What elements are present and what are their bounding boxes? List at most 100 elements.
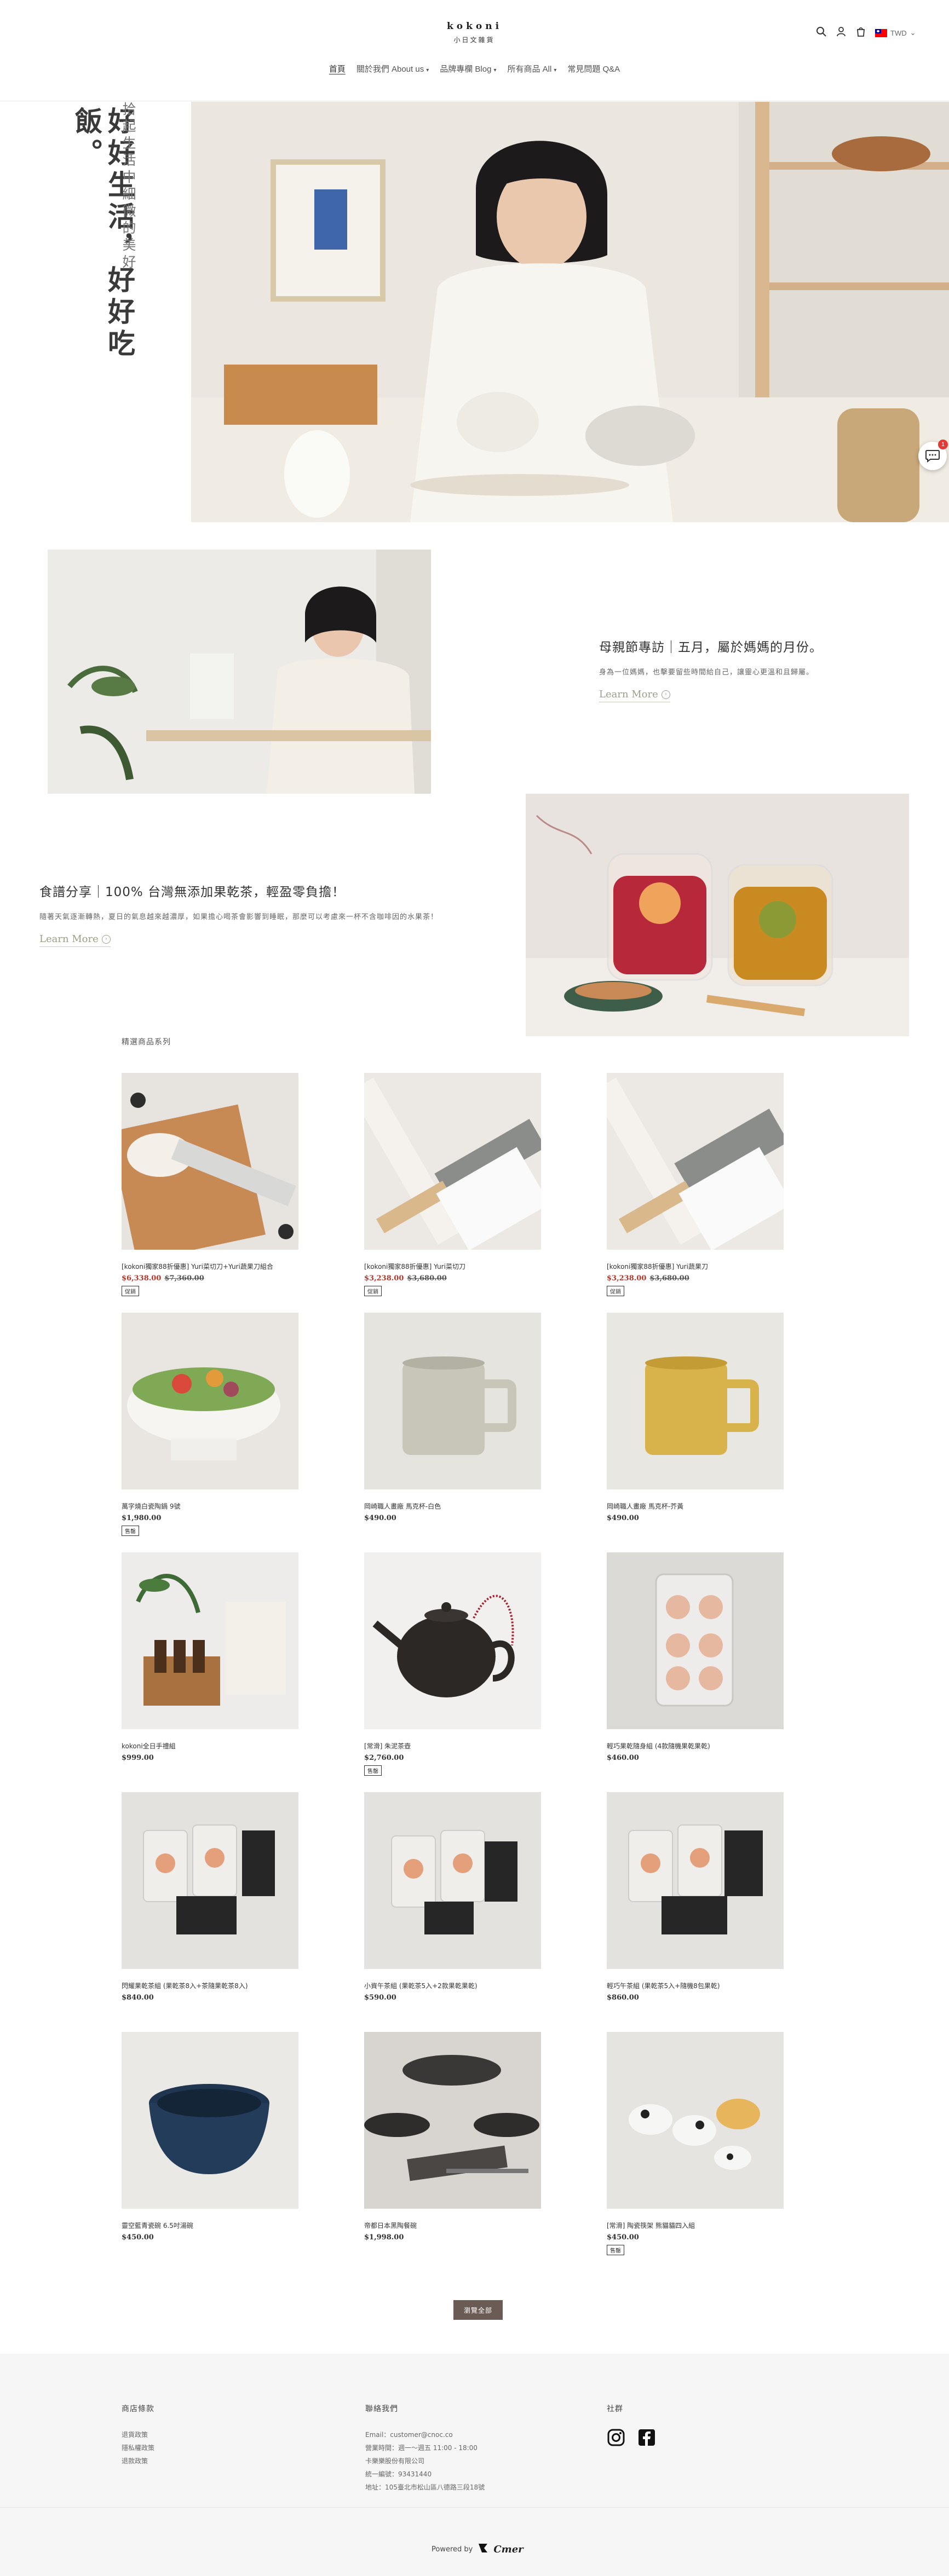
cmer-logo-icon[interactable] xyxy=(477,2542,489,2556)
platform-name[interactable]: Cmer xyxy=(493,2544,523,2555)
feature-title: 母親節專訪｜五月，屬於媽媽的月份。 xyxy=(599,640,823,655)
product-image[interactable] xyxy=(122,1073,298,1250)
footer-link[interactable]: 隱私權政策 xyxy=(122,2441,154,2454)
product-image[interactable] xyxy=(607,2032,784,2209)
nav-item-all[interactable]: 所有商品 All ▾ xyxy=(507,63,556,74)
feature-description: 隨著天氣逐漸轉熱，夏日的氣息越來越濃厚，如果擔心喝茶會影響到睡眠，那麼可以考慮來… xyxy=(39,913,439,921)
currency-label: TWD xyxy=(890,28,907,37)
product-name[interactable]: 靈空藍青瓷碗 6.5吋湯碗 xyxy=(122,2221,330,2230)
product-card[interactable]: 小資午茶組 (果乾茶5入+2款果乾果乾) $590.00 xyxy=(364,1792,583,2032)
product-price: $1,998.00 xyxy=(364,2233,404,2242)
contact-company: 卡樂樂股份有限公司 xyxy=(365,2457,425,2465)
product-image[interactable] xyxy=(364,1073,541,1250)
nav-item-blog[interactable]: 品牌專欄 Blog ▾ xyxy=(440,63,496,74)
status-badge: 售罄 xyxy=(122,1526,139,1536)
product-price: $860.00 xyxy=(607,1994,639,2002)
product-card[interactable]: 輕巧午茶組 (果乾茶5入+隨機8包果乾) $860.00 xyxy=(607,1792,826,2032)
feature-image-fruit-tea[interactable] xyxy=(526,794,909,1036)
site-logo[interactable]: kokoni 小日文雜貨 xyxy=(447,21,502,44)
section-title: 精選商品系列 xyxy=(122,1038,171,1047)
product-card[interactable]: [常滑] 陶瓷筷架 熊貓貓四入組 $450.00 售罄 xyxy=(607,2032,826,2272)
footer-divider xyxy=(0,2507,949,2508)
product-image[interactable] xyxy=(122,1313,298,1489)
learn-more-link[interactable]: Learn More › xyxy=(599,689,670,702)
product-card[interactable]: kokoni全日手禮組 $999.00 xyxy=(122,1552,341,1792)
product-name[interactable]: 輕巧午茶組 (果乾茶5入+隨機8包果乾) xyxy=(607,1981,815,1990)
facebook-icon[interactable] xyxy=(637,2428,656,2449)
product-card[interactable]: 靈空藍青瓷碗 6.5吋湯碗 $450.00 xyxy=(122,2032,341,2272)
product-image[interactable] xyxy=(607,1792,784,1969)
product-card[interactable]: [kokoni獨家88折優惠] Yuri蔬果刀 $3,238.00 $3,680.… xyxy=(607,1073,826,1313)
nav-item-faq[interactable]: 常見問題 Q&A xyxy=(567,63,620,74)
contact-email[interactable]: Email：customer@cnoc.co xyxy=(365,2428,485,2441)
product-card[interactable]: 閃耀果乾茶組 (果乾茶8入+茶隨果乾茶8入) $840.00 xyxy=(122,1792,341,2032)
footer-link[interactable]: 退款政策 xyxy=(122,2454,154,2468)
product-card[interactable]: [kokoni獨家88折優惠] Yuri菜切刀 $3,238.00 $3,680.… xyxy=(364,1073,583,1313)
product-name[interactable]: 小資午茶組 (果乾茶5入+2款果乾果乾) xyxy=(364,1981,572,1990)
product-name[interactable]: kokoni全日手禮組 xyxy=(122,1741,330,1751)
product-image[interactable] xyxy=(364,1313,541,1489)
product-name[interactable]: [常滑] 陶瓷筷架 熊貓貓四入組 xyxy=(607,2221,815,2230)
status-badge: 售罄 xyxy=(607,2245,624,2255)
nav-item-about[interactable]: 關於我們 About us ▾ xyxy=(356,63,429,74)
product-name[interactable]: 輕巧果乾隨身組 (4款隨機果乾果乾) xyxy=(607,1741,815,1751)
product-card[interactable]: 岡崎職人畫廠 馬克杯-白色 $490.00 xyxy=(364,1313,583,1552)
hero-image[interactable] xyxy=(191,102,949,522)
nav-item-home[interactable]: 首頁 xyxy=(329,63,346,74)
nav-item-label: 關於我們 About us xyxy=(356,65,424,74)
powered-by-label: Powered by xyxy=(432,2545,473,2554)
cart-icon[interactable] xyxy=(855,26,866,39)
header-actions: TWD ⌄ xyxy=(816,26,916,39)
product-card[interactable]: 帝都日本黑陶餐碗 $1,998.00 xyxy=(364,2032,583,2272)
product-name[interactable]: 岡崎職人畫廠 馬克杯-芥黃 xyxy=(607,1501,815,1511)
product-name[interactable]: [kokoni獨家88折優惠] Yuri菜切刀+Yuri蔬果刀組合 xyxy=(122,1262,330,1271)
product-card[interactable]: 輕巧果乾隨身組 (4款隨機果乾果乾) $460.00 xyxy=(607,1552,826,1792)
footer-heading: 聯絡我們 xyxy=(365,2405,398,2413)
site-footer: 商店條款 退貨政策 隱私權政策 退款政策 聯絡我們 Email：customer… xyxy=(0,2354,949,2576)
product-name[interactable]: 岡崎職人畫廠 馬克杯-白色 xyxy=(364,1501,572,1511)
sale-price: $3,238.00 xyxy=(607,1274,647,1283)
product-image[interactable] xyxy=(607,1073,784,1250)
arrow-right-icon: › xyxy=(101,934,111,944)
product-name[interactable]: 萬字燒白瓷陶鍋 9號 xyxy=(122,1501,330,1511)
product-card[interactable]: 岡崎職人畫廠 馬克杯-芥黃 $490.00 xyxy=(607,1313,826,1552)
feature-title: 食譜分享｜100% 台灣無添加果乾茶，輕盈零負擔！ xyxy=(39,885,346,899)
chat-button[interactable]: 1 xyxy=(918,440,948,470)
view-all-button[interactable]: 瀏覽全部 xyxy=(453,2300,503,2320)
product-card[interactable]: 萬字燒白瓷陶鍋 9號 $1,980.00 售罄 xyxy=(122,1313,341,1552)
status-badge: 售罄 xyxy=(364,1765,382,1776)
product-image[interactable] xyxy=(607,1313,784,1489)
product-card[interactable]: [kokoni獨家88折優惠] Yuri菜切刀+Yuri蔬果刀組合 $6,338… xyxy=(122,1073,341,1313)
logo-subtitle: 小日文雜貨 xyxy=(453,36,495,44)
product-price: $3,238.00 $3,680.00 xyxy=(607,1274,826,1283)
product-image[interactable] xyxy=(122,1552,298,1729)
product-name[interactable]: [常滑] 朱泥茶壺 xyxy=(364,1741,572,1751)
instagram-icon[interactable] xyxy=(607,2428,625,2449)
account-icon[interactable] xyxy=(836,26,847,39)
footer-heading: 社群 xyxy=(607,2405,623,2413)
product-name[interactable]: 閃耀果乾茶組 (果乾茶8入+茶隨果乾茶8入) xyxy=(122,1981,330,1990)
product-image[interactable] xyxy=(122,2032,298,2209)
social-links xyxy=(607,2428,656,2449)
learn-more-link[interactable]: Learn More › xyxy=(39,933,111,947)
product-name[interactable]: 帝都日本黑陶餐碗 xyxy=(364,2221,572,2230)
product-image[interactable] xyxy=(364,1792,541,1969)
chevron-down-icon: ▾ xyxy=(554,67,557,73)
search-icon[interactable] xyxy=(816,26,827,39)
footer-policies: 商店條款 退貨政策 隱私權政策 退款政策 xyxy=(122,2403,154,2468)
product-card[interactable]: [常滑] 朱泥茶壺 $2,760.00 售罄 xyxy=(364,1552,583,1792)
product-image[interactable] xyxy=(607,1552,784,1729)
currency-selector[interactable]: TWD ⌄ xyxy=(875,28,916,37)
product-name[interactable]: [kokoni獨家88折優惠] Yuri蔬果刀 xyxy=(607,1262,815,1271)
product-price: $490.00 xyxy=(607,1514,639,1522)
product-price: $2,760.00 xyxy=(364,1754,404,1762)
product-image[interactable] xyxy=(364,1552,541,1729)
status-badge: 促銷 xyxy=(364,1286,382,1296)
product-name[interactable]: [kokoni獨家88折優惠] Yuri菜切刀 xyxy=(364,1262,572,1271)
product-image[interactable] xyxy=(364,2032,541,2209)
product-image[interactable] xyxy=(122,1792,298,1969)
feature-image-mothers-day[interactable] xyxy=(48,550,431,794)
footer-link[interactable]: 退貨政策 xyxy=(122,2428,154,2441)
chevron-down-icon: ▾ xyxy=(426,67,429,73)
chevron-down-icon: ⌄ xyxy=(910,28,916,37)
